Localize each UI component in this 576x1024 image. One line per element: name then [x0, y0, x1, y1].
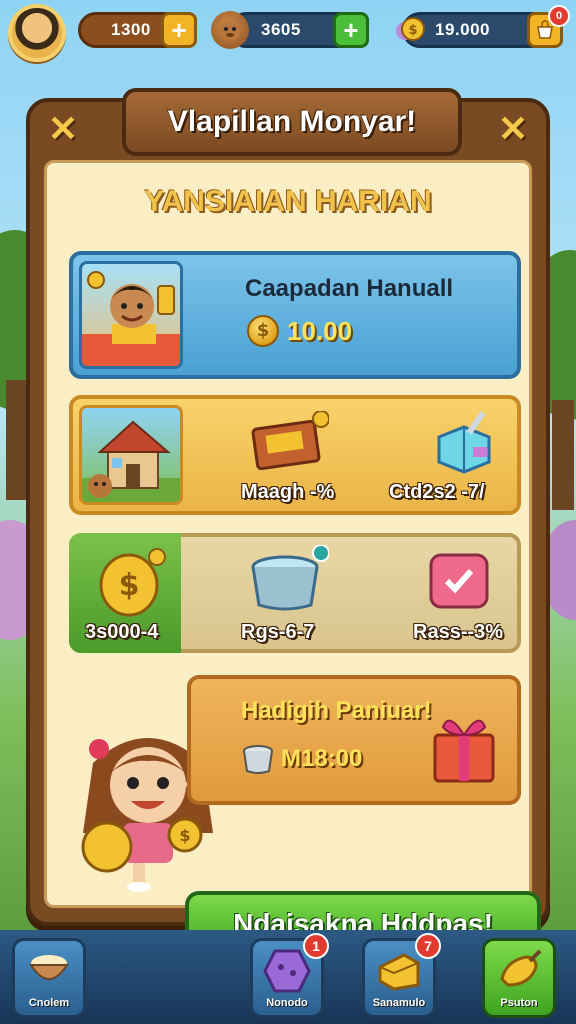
close-icon[interactable]: ✕: [492, 108, 534, 150]
notification-badge: 0: [548, 5, 570, 27]
creature-icon: [211, 11, 249, 49]
book-icon[interactable]: [249, 410, 330, 483]
reward-label: Maagh -%: [241, 481, 335, 503]
special-reward-card[interactable]: Hadigih Paniuar! M18:00: [187, 675, 521, 805]
pink-ticket-icon[interactable]: [427, 549, 491, 617]
gift-box-icon[interactable]: [429, 709, 499, 789]
reward-label: 3s000-4: [85, 621, 159, 643]
reward-label: Rgs-6-7: [241, 621, 315, 643]
nav-item-cnolem[interactable]: Cnolem: [12, 938, 86, 1018]
big-coin-icon[interactable]: $: [97, 547, 167, 621]
daily-rewards-panel: ✕ ✕ Vlapillan Monyar! YANSIAIAN HARIAN C…: [26, 88, 550, 957]
gold-shop-button[interactable]: 0: [527, 5, 570, 48]
panel-content: YANSIAIAN HARIAN Caapadan Hanuall $ 10.0: [44, 160, 541, 957]
reward-row-2: $ 3s000-4 Rgs-6-7 Rass--3%: [69, 533, 521, 653]
notification-badge: 1: [303, 933, 329, 959]
add-creature-button[interactable]: +: [333, 12, 369, 48]
gold-resource: $ 19.000 0: [396, 5, 570, 48]
character-portrait: [79, 261, 183, 369]
gold-resource-value: 19.000: [435, 20, 490, 39]
close-left-icon[interactable]: ✕: [42, 108, 84, 150]
svg-text:$: $: [119, 568, 140, 603]
add-coin-button[interactable]: +: [161, 12, 197, 48]
panel-subtitle: YANSIAIAN HARIAN: [144, 185, 432, 218]
nav-item-nonodo[interactable]: 1 Nonodo: [250, 933, 329, 1018]
reward-label: Rass--3%: [413, 621, 504, 643]
reward-row-1: Maagh -% Ctd2s2 -7/: [69, 395, 521, 515]
coin-resource-value: 1300: [111, 20, 151, 39]
nav-item-psuton[interactable]: Psuton: [482, 938, 556, 1018]
purple-gem-icon: [263, 949, 311, 1001]
panel-title: Vlapillan Monyar!: [122, 88, 462, 156]
water-tub-icon[interactable]: [249, 544, 330, 619]
coin-icon: [67, 11, 105, 49]
svg-text:$: $: [179, 826, 190, 845]
special-card-title: Hadigih Paniuar!: [241, 697, 432, 724]
bucket-icon: [241, 743, 275, 779]
svg-text:$: $: [408, 23, 417, 38]
creature-resource-value: 3605: [261, 20, 301, 39]
daily-card-amount: 10.00: [287, 315, 353, 346]
rice-bowl-icon: [27, 949, 71, 997]
house-image: [79, 405, 183, 505]
daily-card-title: Caapadan Hanuall: [245, 275, 454, 302]
nav-label: Cnolem: [28, 997, 70, 1009]
bottom-nav: Cnolem 1 Nonodo 7 Sanamulo Psuton: [0, 930, 576, 1024]
daily-card-reward: $ 10.00: [247, 315, 352, 347]
cheese-block-icon: [376, 949, 422, 999]
reward-label: Ctd2s2 -7/: [389, 481, 485, 503]
player-avatar[interactable]: [8, 4, 66, 62]
coin-resource: 1300 +: [78, 12, 197, 48]
gold-coins-icon: $: [391, 11, 429, 49]
special-card-amount: M18:00: [281, 745, 363, 772]
notification-badge: 7: [415, 933, 441, 959]
daily-reward-card[interactable]: Caapadan Hanuall $ 10.00: [69, 251, 521, 379]
crystal-box-icon[interactable]: [429, 407, 499, 481]
resource-bar: 1300 + 3605 + $ 19.000 0: [0, 0, 576, 64]
golden-shovel-icon: [496, 949, 542, 999]
nav-item-sanamulo[interactable]: 7 Sanamulo: [362, 933, 441, 1018]
coin-icon: $: [247, 315, 279, 347]
creature-resource: 3605 +: [211, 11, 369, 49]
